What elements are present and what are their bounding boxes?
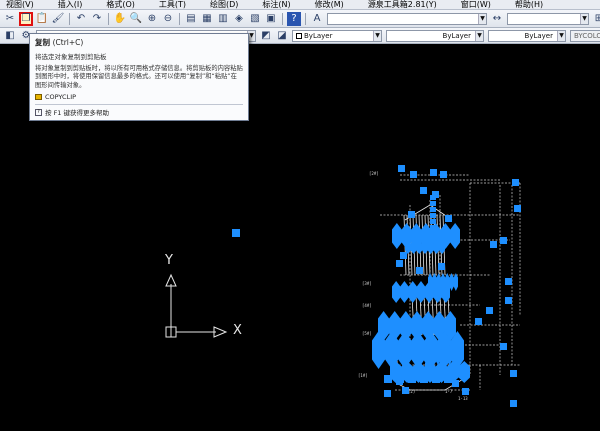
menu-help[interactable]: 帮助(H) xyxy=(515,0,543,9)
ucs-y-label: Y xyxy=(165,253,173,268)
svg-text:[1#]: [1#] xyxy=(358,373,368,378)
menu-draw[interactable]: 绘图(D) xyxy=(210,0,238,9)
chevron-down-icon: ▼ xyxy=(475,30,483,41)
svg-text:[2#]: [2#] xyxy=(369,171,379,176)
zoom-realtime-icon[interactable]: 🔍 xyxy=(129,12,143,26)
layer-icon[interactable]: ◧ xyxy=(3,29,17,43)
svg-text:[3#]: [3#] xyxy=(362,281,372,286)
command-icon xyxy=(35,94,42,101)
menu-insert[interactable]: 插入(I) xyxy=(58,0,83,9)
toolbar-divider xyxy=(305,12,306,25)
help-icon[interactable]: ? xyxy=(287,11,301,26)
markup-icon[interactable]: ▧ xyxy=(248,12,262,26)
tooltip-body: 将对象复制到剪贴板时，将以所有可用格式存储信息。将剪贴板的内容粘贴到图形中时，将… xyxy=(35,65,243,89)
ucs-x-label: X xyxy=(233,323,242,338)
selected-drawing[interactable]: [2#] [3#] [4#] [5#] [1#] (2) 1-13 1-7 xyxy=(358,165,521,407)
help-icon: ? xyxy=(35,108,42,116)
cut-icon[interactable]: ✂ xyxy=(3,12,17,26)
zoom-window-icon[interactable]: ⊕ xyxy=(145,12,159,26)
chevron-down-icon: ▼ xyxy=(557,30,565,41)
dim-style-combo[interactable]: ▼ xyxy=(507,12,589,25)
menu-format[interactable]: 格式(O) xyxy=(106,0,135,9)
menu-bar: 视图(V) 插入(I) 格式(O) 工具(T) 绘图(D) 标注(N) 修改(M… xyxy=(0,0,600,10)
zoom-previous-icon[interactable]: ⊖ xyxy=(161,12,175,26)
ucs-icon xyxy=(165,273,228,338)
selection-grip[interactable] xyxy=(232,229,240,237)
toolbar-divider xyxy=(179,12,180,25)
sheet-set-icon[interactable]: ◈ xyxy=(232,12,246,26)
tooltip-command: COPYCLIP xyxy=(35,93,243,101)
text-style-icon[interactable]: A xyxy=(310,12,324,26)
layer-previous-icon[interactable]: ◪ xyxy=(275,29,289,43)
menu-dimension[interactable]: 标注(N) xyxy=(262,0,290,9)
lineweight-combo[interactable]: ByLayer ▼ xyxy=(488,29,566,42)
tooltip-divider xyxy=(35,104,243,106)
paste-icon[interactable]: 📋 xyxy=(35,12,49,26)
tool-palettes-icon[interactable]: ▥ xyxy=(216,12,230,26)
copy-icon[interactable]: ❐ xyxy=(19,11,33,26)
tooltip-help: ? 按 F1 键获得更多帮助 xyxy=(35,107,243,117)
text-style-combo[interactable]: ▼ xyxy=(327,12,487,25)
plotstyle-combo[interactable]: BYCOLOR xyxy=(570,29,600,42)
toolbar-divider xyxy=(282,12,283,25)
calculator-icon[interactable]: ▣ xyxy=(264,12,278,26)
menu-window[interactable]: 窗口(W) xyxy=(461,0,491,9)
toolbar-divider xyxy=(69,12,70,25)
make-current-layer-icon[interactable]: ◩ xyxy=(259,29,273,43)
menu-modify[interactable]: 修改(M) xyxy=(315,0,344,9)
properties-icon[interactable]: ▤ xyxy=(184,12,198,26)
color-combo[interactable]: ByLayer ▼ xyxy=(292,29,382,42)
menu-yuanquan-toolbox[interactable]: 源泉工具箱2.81(Y) xyxy=(368,0,437,9)
undo-icon[interactable]: ↶ xyxy=(74,12,88,26)
svg-text:1-13: 1-13 xyxy=(458,396,468,401)
table-style-icon[interactable]: ⊞ xyxy=(592,12,600,26)
copy-tooltip: 复制 (Ctrl+C) 将选定对象复制到剪贴板 将对象复制到剪贴板时，将以所有可… xyxy=(29,33,249,121)
match-properties-icon[interactable]: 🖌 xyxy=(51,12,65,26)
redo-icon[interactable]: ↷ xyxy=(90,12,104,26)
menu-tools[interactable]: 工具(T) xyxy=(159,0,186,9)
svg-text:(2): (2) xyxy=(408,389,415,394)
pan-icon[interactable]: ✋ xyxy=(113,12,127,26)
standard-toolbar: ✂ ❐ 📋 🖌 ↶ ↷ ✋ 🔍 ⊕ ⊖ ▤ ▦ ▥ ◈ ▧ ▣ ? A ▼ ↔ … xyxy=(0,10,600,28)
tooltip-subtitle: 将选定对象复制到剪贴板 xyxy=(35,53,107,61)
chevron-down-icon: ▼ xyxy=(580,13,588,24)
dim-style-icon[interactable]: ↔ xyxy=(490,12,504,26)
svg-text:[4#]: [4#] xyxy=(362,303,372,308)
tooltip-title: 复制 (Ctrl+C) xyxy=(35,38,84,47)
chevron-down-icon: ▼ xyxy=(478,13,486,24)
menu-view[interactable]: 视图(V) xyxy=(6,0,34,9)
svg-text:[5#]: [5#] xyxy=(362,331,372,336)
chevron-down-icon: ▼ xyxy=(373,30,381,41)
color-swatch-icon xyxy=(296,32,302,39)
linetype-combo[interactable]: ByLayer ▼ xyxy=(386,29,484,42)
svg-text:1-7: 1-7 xyxy=(445,389,453,394)
design-center-icon[interactable]: ▦ xyxy=(200,12,214,26)
toolbar-divider xyxy=(108,12,109,25)
